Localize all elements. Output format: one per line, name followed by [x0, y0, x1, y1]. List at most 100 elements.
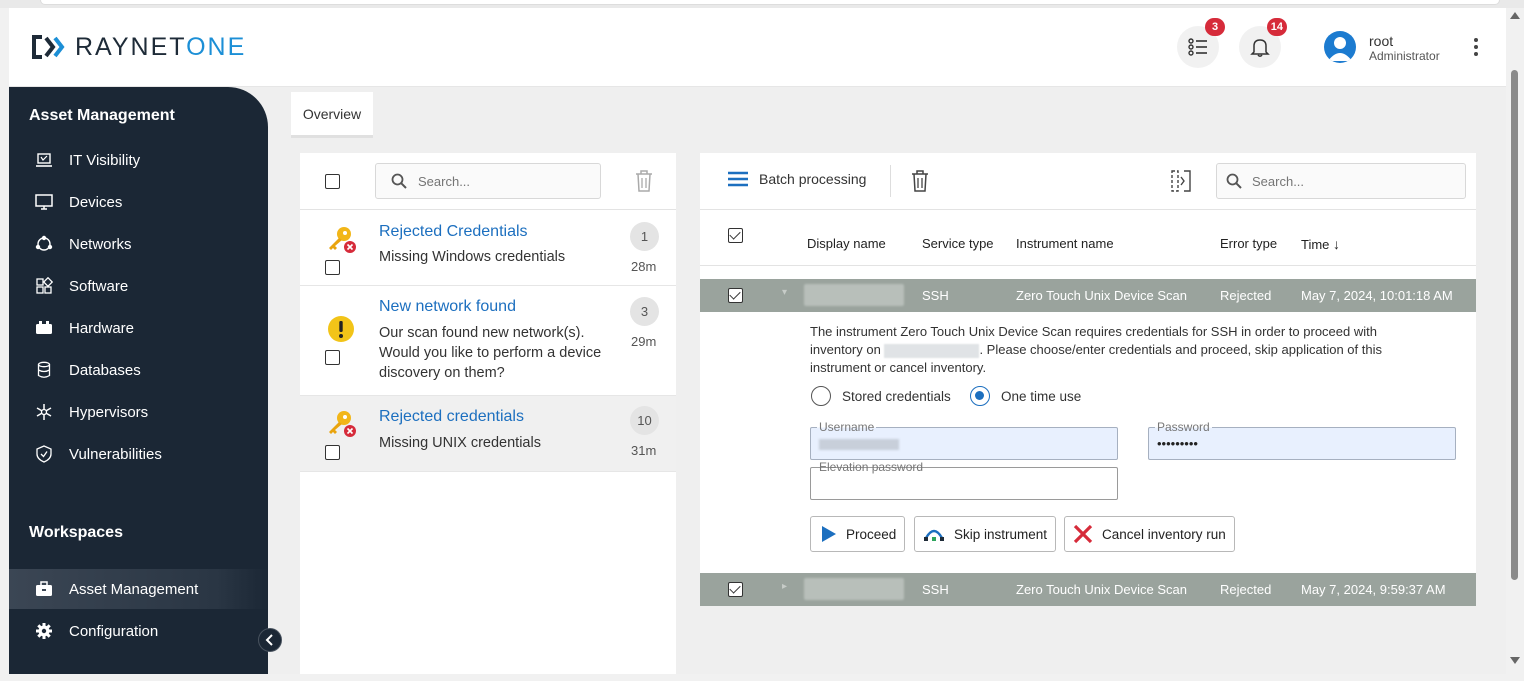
row-service-type: SSH [922, 582, 949, 597]
notification-body: Our scan found new network(s). Would you… [379, 325, 602, 381]
expand-row-icon[interactable]: ▾ [782, 287, 787, 298]
sidebar-section-asset-management: Asset Management [29, 107, 175, 124]
notification-item[interactable]: New network found Our scan found new net… [300, 286, 676, 396]
skip-instrument-button[interactable]: Skip instrument [914, 516, 1057, 552]
user-role: Administrator [1369, 49, 1440, 63]
column-header-service-type[interactable]: Service type [922, 236, 994, 251]
notification-age: 28m [631, 259, 657, 274]
username-field[interactable]: Username [810, 420, 1118, 460]
search-icon [391, 173, 407, 189]
trash-icon[interactable] [909, 169, 931, 193]
sidebar-item-networks[interactable]: Networks [9, 224, 268, 264]
stored-credentials-label[interactable]: Stored credentials [842, 389, 951, 404]
notification-item[interactable]: Rejected Credentials Missing Windows cre… [300, 210, 676, 286]
column-header-instrument-name[interactable]: Instrument name [1016, 236, 1114, 251]
sidebar-item-software[interactable]: Software [9, 266, 268, 306]
column-settings-icon[interactable] [1170, 169, 1192, 193]
table-row[interactable]: ▸ SSH Zero Touch Unix Device Scan Reject… [700, 573, 1476, 606]
stored-credentials-radio[interactable] [811, 386, 831, 406]
warning-icon [328, 316, 354, 342]
row-checkbox[interactable] [728, 582, 743, 597]
more-menu-icon[interactable] [1469, 36, 1483, 60]
hypervisor-icon [34, 402, 54, 422]
notification-list-panel: Rejected Credentials Missing Windows cre… [300, 153, 676, 674]
close-icon [1073, 524, 1093, 544]
collapse-sidebar-button[interactable] [258, 628, 282, 652]
sidebar-item-label: IT Visibility [69, 151, 141, 169]
hostname-redacted [884, 343, 980, 358]
notification-item[interactable]: Rejected credentials Missing UNIX creden… [300, 396, 676, 472]
user-icon [1328, 37, 1352, 61]
sidebar-item-label: Hardware [69, 319, 135, 337]
elevation-password-field[interactable]: Elevation password [810, 460, 1118, 500]
workspace-item-asset-management[interactable]: Asset Management [9, 569, 268, 609]
sidebar-item-devices[interactable]: Devices [9, 182, 268, 222]
scroll-up-icon[interactable] [1510, 12, 1520, 19]
database-icon [34, 360, 54, 380]
bell-icon [1250, 39, 1270, 57]
workspace-item-configuration[interactable]: Configuration [9, 611, 268, 651]
laptop-icon [34, 150, 54, 170]
column-header-display-name[interactable]: Display name [807, 236, 886, 251]
row-time: May 7, 2024, 10:01:18 AM [1301, 288, 1453, 303]
one-time-use-radio[interactable] [970, 386, 990, 406]
scrollbar-thumb[interactable] [1511, 70, 1518, 580]
tasks-button[interactable]: 3 [1177, 18, 1225, 68]
sidebar-item-hardware[interactable]: Hardware [9, 308, 268, 348]
sidebar-item-label: Configuration [69, 622, 159, 640]
table-row[interactable]: ▾ SSH Zero Touch Unix Device Scan Reject… [700, 279, 1476, 312]
sidebar-item-databases[interactable]: Databases [9, 350, 268, 390]
skip-icon [923, 526, 945, 542]
task-list-icon [1188, 38, 1207, 56]
notification-age: 29m [631, 334, 657, 349]
display-name-redacted [804, 578, 904, 600]
notification-title[interactable]: Rejected credentials [379, 408, 524, 426]
notification-checkbox[interactable] [325, 350, 340, 365]
select-all-rows-checkbox[interactable] [728, 228, 743, 243]
search-input[interactable] [1252, 173, 1412, 189]
one-time-use-label[interactable]: One time use [1001, 389, 1081, 404]
cancel-inventory-button[interactable]: Cancel inventory run [1064, 516, 1235, 552]
tab-overview[interactable]: Overview [291, 92, 373, 138]
avatar[interactable] [1324, 31, 1356, 63]
user-name[interactable]: root [1369, 33, 1393, 49]
column-header-error-type[interactable]: Error type [1220, 236, 1277, 251]
page-scrollbar[interactable] [1506, 8, 1524, 674]
notification-title[interactable]: Rejected Credentials [379, 223, 528, 241]
trash-icon[interactable] [633, 169, 655, 193]
sidebar-item-label: Software [69, 277, 129, 295]
network-icon [34, 234, 54, 254]
notification-checkbox[interactable] [325, 260, 340, 275]
tasks-badge: 3 [1205, 18, 1225, 36]
column-header-time[interactable]: Time ↓ [1301, 236, 1340, 252]
password-field[interactable]: Password ••••••••• [1148, 420, 1456, 460]
sidebar-item-label: Vulnerabilities [69, 445, 162, 463]
display-name-redacted [804, 284, 904, 306]
key-error-icon [329, 227, 356, 253]
scroll-down-icon[interactable] [1510, 657, 1520, 664]
app-window: RAYNETONE 3 14 root Administrator Asset … [9, 8, 1506, 674]
sidebar: Asset Management IT Visibility Devices N… [9, 87, 268, 674]
notification-title[interactable]: New network found [379, 298, 516, 316]
row-instrument-name: Zero Touch Unix Device Scan [1016, 288, 1188, 303]
raynetone-logo[interactable]: RAYNETONE [29, 32, 246, 62]
row-service-type: SSH [922, 288, 949, 303]
proceed-button[interactable]: Proceed [810, 516, 906, 552]
shield-icon [34, 444, 54, 464]
notification-toolbar [300, 153, 676, 210]
sidebar-item-vulnerabilities[interactable]: Vulnerabilities [9, 434, 268, 474]
row-time: May 7, 2024, 9:59:37 AM [1301, 582, 1446, 597]
sidebar-item-it-visibility[interactable]: IT Visibility [9, 140, 268, 180]
credential-requests-panel: Batch processing Display name Service ty… [700, 153, 1476, 606]
notification-checkbox[interactable] [325, 445, 340, 460]
row-checkbox[interactable] [728, 288, 743, 303]
notification-search [375, 163, 601, 199]
search-input[interactable] [418, 173, 578, 189]
select-all-checkbox[interactable] [325, 174, 340, 189]
notifications-button[interactable]: 14 [1239, 18, 1287, 68]
expand-row-icon[interactable]: ▸ [782, 581, 787, 592]
batch-processing-button[interactable]: Batch processing [728, 171, 866, 187]
play-icon [819, 525, 837, 543]
batch-processing-label: Batch processing [759, 171, 867, 187]
sidebar-item-hypervisors[interactable]: Hypervisors [9, 392, 268, 432]
